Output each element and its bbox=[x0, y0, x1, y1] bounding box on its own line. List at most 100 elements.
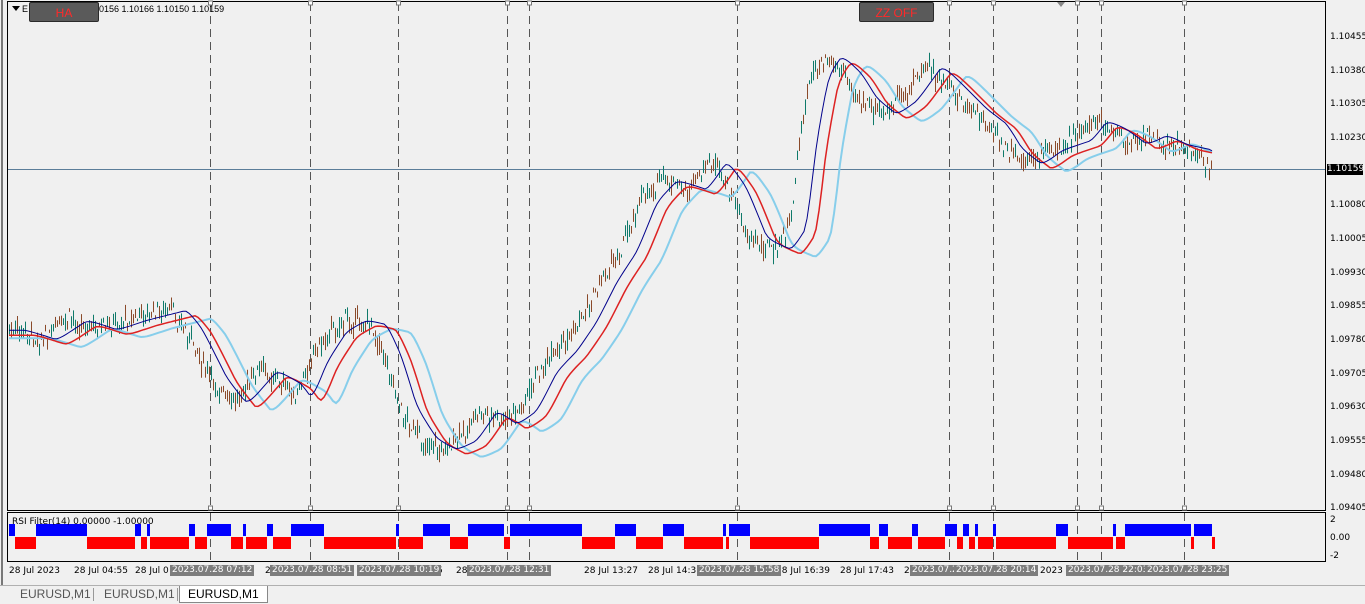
shift-marker-icon bbox=[1057, 2, 1065, 7]
rsi-bar-up bbox=[525, 524, 528, 536]
rsi-bar-up bbox=[633, 524, 636, 536]
rsi-bar-down bbox=[33, 537, 36, 549]
rsi-bar-down bbox=[1104, 537, 1107, 549]
rsi-bar-down bbox=[237, 537, 240, 549]
rsi-bar-up bbox=[549, 524, 552, 536]
rsi-bar-down bbox=[507, 537, 510, 549]
rsi-bar-down bbox=[405, 537, 408, 549]
separator-handle bbox=[1182, 0, 1187, 6]
price-label: 1.09855 bbox=[1330, 301, 1365, 311]
rsi-bar-down bbox=[360, 537, 363, 549]
rsi-bar-up bbox=[513, 524, 516, 536]
rsi-bar-down bbox=[1020, 537, 1023, 549]
rsi-bar-down bbox=[24, 537, 27, 549]
rsi-bar-up bbox=[1134, 524, 1137, 536]
rsi-bar-down bbox=[969, 537, 972, 549]
rsi-bar-down bbox=[327, 537, 330, 549]
ma-fast-line bbox=[9, 57, 1213, 450]
time-label: 28 Jul 17:43 bbox=[840, 566, 894, 576]
rsi-bar-down bbox=[1083, 537, 1086, 549]
rsi-bar-down bbox=[372, 537, 375, 549]
rsi-bar-up bbox=[531, 524, 534, 536]
rsi-bar-up bbox=[741, 524, 744, 536]
price-chart[interactable] bbox=[0, 0, 1365, 603]
rsi-bar-up bbox=[819, 524, 822, 536]
rsi-bar-down bbox=[588, 537, 591, 549]
rsi-bar-up bbox=[498, 524, 501, 536]
rsi-bar-down bbox=[363, 537, 366, 549]
rsi-bar-up bbox=[1056, 524, 1059, 536]
rsi-bar-up bbox=[678, 524, 681, 536]
rsi-bar-down bbox=[609, 537, 612, 549]
rsi-bar-down bbox=[153, 537, 156, 549]
rsi-bar-down bbox=[798, 537, 801, 549]
rsi-bar-down bbox=[411, 537, 414, 549]
rsi-bar-down bbox=[324, 537, 327, 549]
price-label: 1.10080 bbox=[1330, 200, 1365, 210]
rsi-bar-down bbox=[99, 537, 102, 549]
rsi-bar-down bbox=[771, 537, 774, 549]
rsi-bar-up bbox=[945, 524, 948, 536]
rsi-bar-down bbox=[27, 537, 30, 549]
rsi-bar-down bbox=[234, 537, 237, 549]
rsi-bar-up bbox=[954, 524, 957, 536]
rsi-bar-up bbox=[1128, 524, 1131, 536]
zz-off-button[interactable]: ZZ OFF bbox=[859, 2, 934, 22]
rsi-bar-down bbox=[1071, 537, 1074, 549]
rsi-bar-up bbox=[474, 524, 477, 536]
separator-time-badge: 2023.07.2 bbox=[910, 565, 960, 576]
tab-eurusd-m1[interactable]: EURUSD,M1 bbox=[96, 586, 183, 603]
rsi-bar-down bbox=[282, 537, 285, 549]
dropdown-icon[interactable] bbox=[12, 6, 20, 11]
rsi-bar-down bbox=[366, 537, 369, 549]
rsi-bar-down bbox=[705, 537, 708, 549]
rsi-bar-down bbox=[132, 537, 135, 549]
rsi-bar-up bbox=[471, 524, 474, 536]
rsi-bar-up bbox=[435, 524, 438, 536]
rsi-bar-down bbox=[201, 537, 204, 549]
rsi-bar-down bbox=[780, 537, 783, 549]
rsi-bar-up bbox=[975, 524, 978, 536]
rsi-bar-down bbox=[375, 537, 378, 549]
rsi-bar-up bbox=[210, 524, 213, 536]
rsi-bar-up bbox=[222, 524, 225, 536]
rsi-bar-up bbox=[1059, 524, 1062, 536]
separator-handle bbox=[991, 505, 996, 511]
rsi-bar-up bbox=[681, 524, 684, 536]
ohlc-values: 0156 1.10166 1.10150 1.10159 bbox=[99, 4, 225, 14]
rsi-bar-down bbox=[381, 537, 384, 549]
tab-eurusd-m1[interactable]: EURUSD,M1 bbox=[12, 586, 99, 603]
rsi-bar-up bbox=[510, 524, 513, 536]
rsi-bar-up bbox=[861, 524, 864, 536]
rsi-bar-down bbox=[165, 537, 168, 549]
rsi-bar-down bbox=[369, 537, 372, 549]
rsi-bar-down bbox=[972, 537, 975, 549]
rsi-bar-up bbox=[1155, 524, 1158, 536]
rsi-bar-down bbox=[1017, 537, 1020, 549]
rsi-bar-up bbox=[1158, 524, 1161, 536]
rsi-bar-down bbox=[30, 537, 33, 549]
rsi-bar-up bbox=[1203, 524, 1206, 536]
ha-button[interactable]: HA bbox=[29, 2, 99, 22]
rsi-bar-up bbox=[243, 524, 246, 536]
rsi-bar-up bbox=[483, 524, 486, 536]
rsi-bar-up bbox=[993, 524, 996, 536]
rsi-bar-down bbox=[168, 537, 171, 549]
rsi-bar-up bbox=[840, 524, 843, 536]
separator-handle bbox=[947, 505, 952, 511]
rsi-bar-up bbox=[627, 524, 630, 536]
tab-eurusd-m1-active[interactable]: EURUSD,M1 bbox=[179, 586, 268, 603]
rsi-bar-up bbox=[309, 524, 312, 536]
rsi-bar-down bbox=[390, 537, 393, 549]
time-label: 28 Jul 13:27 bbox=[584, 566, 638, 576]
rsi-bar-up bbox=[1185, 524, 1188, 536]
rsi-bar-down bbox=[408, 537, 411, 549]
rsi-bar-up bbox=[831, 524, 834, 536]
rsi-bar-up bbox=[291, 524, 294, 536]
rsi-bar-up bbox=[426, 524, 429, 536]
rsi-bar-down bbox=[813, 537, 816, 549]
rsi-bar-up bbox=[849, 524, 852, 536]
separator-handle bbox=[396, 505, 401, 511]
rsi-bar-up bbox=[825, 524, 828, 536]
rsi-bar-up bbox=[1209, 524, 1212, 536]
